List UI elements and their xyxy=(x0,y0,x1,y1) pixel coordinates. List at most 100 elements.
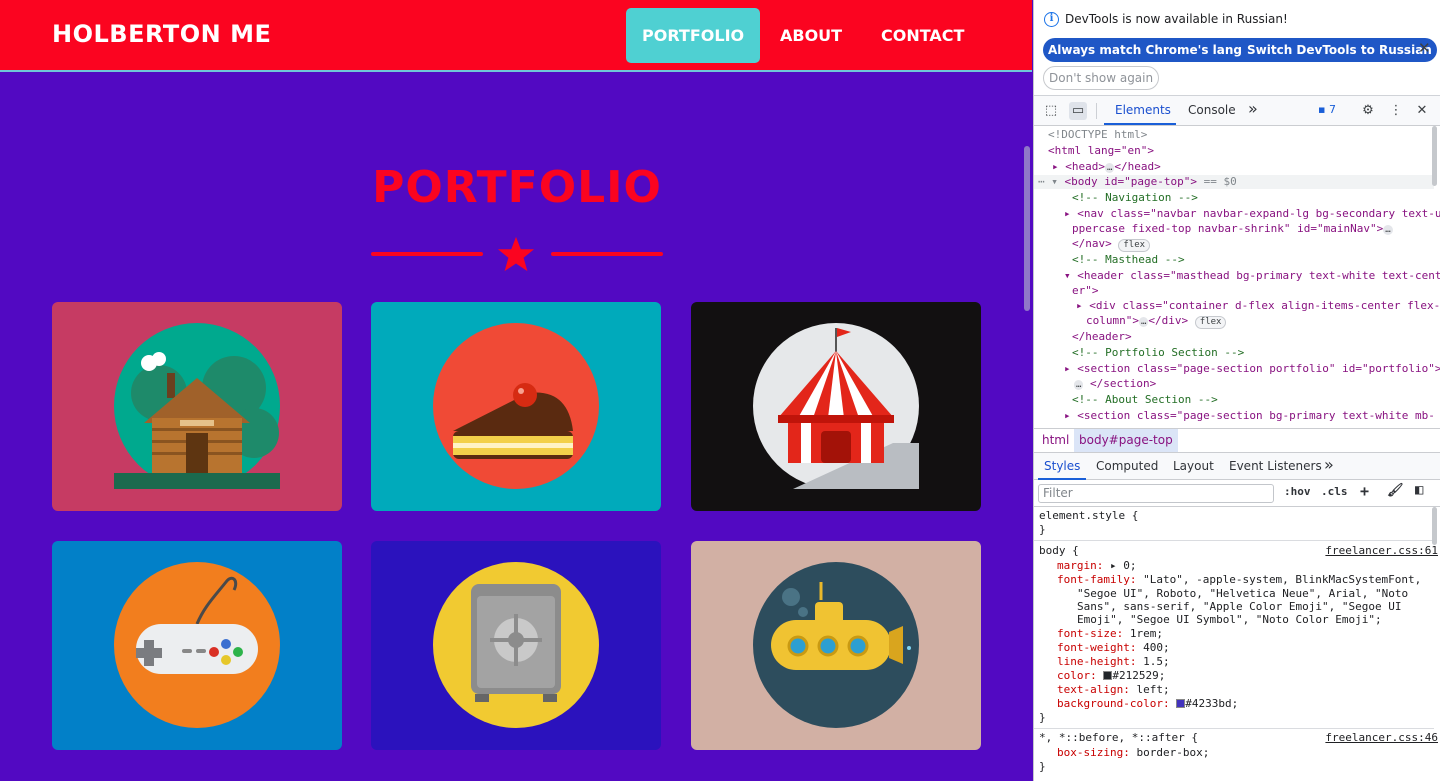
prop-line-height[interactable]: line-height: 1.5; xyxy=(1057,655,1170,669)
issues-badge[interactable]: ▪ 7 xyxy=(1318,103,1336,116)
toggle-sidebar-icon[interactable]: ◧ xyxy=(1415,482,1423,498)
prop-color[interactable]: color: #212529; xyxy=(1057,669,1165,683)
more-options-icon[interactable]: ⋮ xyxy=(1387,102,1405,120)
info-icon: i xyxy=(1044,12,1059,27)
prop-name: background-color: xyxy=(1057,697,1170,710)
switch-language-button[interactable]: Switch DevTools to Russian xyxy=(1242,38,1437,62)
dom-nav-line2: ppercase fixed-top navbar-shrink" id="ma… xyxy=(1072,222,1384,235)
safe-icon xyxy=(433,562,599,728)
dom-section-close-tag: </section> xyxy=(1090,377,1157,390)
prop-text-align[interactable]: text-align: left; xyxy=(1057,683,1170,697)
page-scrollbar[interactable] xyxy=(1024,146,1030,311)
prop-margin[interactable]: margin: ▸ 0; xyxy=(1057,559,1136,573)
subtab-layout[interactable]: Layout xyxy=(1173,459,1214,473)
prop-name: margin: xyxy=(1057,559,1104,572)
paint-brush-icon[interactable]: 🖌 xyxy=(1387,483,1404,498)
new-rule-icon[interactable]: + xyxy=(1360,482,1369,500)
prop-box-sizing[interactable]: box-sizing: border-box; xyxy=(1057,746,1209,760)
close-brace: } xyxy=(1039,711,1046,724)
dom-comment-nav[interactable]: <!-- Navigation --> xyxy=(1072,191,1198,205)
portfolio-heading: PORTFOLIO xyxy=(372,162,662,213)
body-selector[interactable]: body { xyxy=(1039,544,1079,558)
close-brace: } xyxy=(1039,760,1046,773)
tab-elements[interactable]: Elements xyxy=(1115,103,1171,117)
dom-html[interactable]: <html lang="en"> xyxy=(1048,144,1154,158)
dom-scrollbar[interactable] xyxy=(1432,126,1437,186)
dom-body-tag: <body id="page-top"> xyxy=(1064,175,1197,188)
dom-body-selected[interactable]: ⋯ ▾ <body id="page-top"> == $0 xyxy=(1034,175,1434,189)
subtab-styles[interactable]: Styles xyxy=(1044,459,1080,473)
portfolio-item-game[interactable] xyxy=(52,541,342,750)
breadcrumb-body[interactable]: body#page-top xyxy=(1074,429,1178,452)
dom-nav[interactable]: ▸ <nav class="navbar navbar-expand-lg bg… xyxy=(1064,207,1440,221)
styles-scrollbar[interactable] xyxy=(1432,507,1437,545)
more-tabs-icon[interactable]: » xyxy=(1248,99,1258,118)
source-link-universal[interactable]: freelancer.css:46 xyxy=(1325,731,1438,745)
element-style-selector[interactable]: element.style { xyxy=(1039,509,1138,523)
hov-toggle[interactable]: :hov xyxy=(1284,485,1311,498)
nav-about[interactable]: ABOUT xyxy=(764,8,858,63)
prop-background-color[interactable]: background-color: #4233bd; xyxy=(1057,697,1238,711)
dom-comment-about[interactable]: <!-- About Section --> xyxy=(1072,393,1218,407)
dom-comment-portfolio[interactable]: <!-- Portfolio Section --> xyxy=(1072,346,1244,360)
more-subtabs-icon[interactable]: » xyxy=(1324,455,1334,474)
prop-value: #4233bd; xyxy=(1185,697,1239,710)
portfolio-item-submarine[interactable] xyxy=(691,541,981,750)
dom-comment-masthead[interactable]: <!-- Masthead --> xyxy=(1072,253,1185,267)
prop-name: box-sizing: xyxy=(1057,746,1130,759)
nav-contact[interactable]: CONTACT xyxy=(865,8,980,63)
star-icon xyxy=(497,236,535,272)
close-devtools-icon[interactable]: ✕ xyxy=(1413,102,1431,120)
dom-nav-close-tag: </nav> xyxy=(1072,237,1112,250)
cls-toggle[interactable]: .cls xyxy=(1321,485,1348,498)
device-toolbar-icon[interactable]: ▭ xyxy=(1069,102,1087,120)
prop-font-family[interactable]: font-family: "Lato", -apple-system, Blin… xyxy=(1057,573,1421,587)
subtab-computed[interactable]: Computed xyxy=(1096,459,1158,473)
prop-value: left; xyxy=(1136,683,1170,696)
dont-show-again-button[interactable]: Don't show again xyxy=(1043,66,1160,90)
styles-filter-input[interactable]: Filter xyxy=(1038,484,1274,503)
dom-head-close: </head> xyxy=(1114,160,1161,173)
portfolio-item-safe[interactable] xyxy=(371,541,661,750)
flex-badge[interactable]: flex xyxy=(1118,239,1151,252)
color-swatch[interactable] xyxy=(1176,699,1186,708)
dom-header-close: </header> xyxy=(1072,330,1132,343)
dom-nav-close: </nav> flex xyxy=(1072,237,1151,252)
source-link-body[interactable]: freelancer.css:61 xyxy=(1325,544,1438,558)
language-infobar: i DevTools is now available in Russian! … xyxy=(1034,0,1440,96)
prop-font-weight[interactable]: font-weight: 400; xyxy=(1057,641,1170,655)
universal-selector[interactable]: *, *::before, *::after { xyxy=(1039,731,1198,745)
prop-name: color: xyxy=(1057,669,1097,682)
dom-body-marker: == $0 xyxy=(1203,175,1237,188)
dom-ellipsis[interactable]: … xyxy=(1383,225,1393,235)
infobar-message: DevTools is now available in Russian! xyxy=(1065,12,1288,26)
close-infobar-icon[interactable]: ✕ xyxy=(1418,39,1431,57)
settings-gear-icon[interactable]: ⚙ xyxy=(1359,102,1377,120)
nav-portfolio[interactable]: PORTFOLIO xyxy=(626,8,761,63)
portfolio-item-cabin[interactable] xyxy=(52,302,342,511)
dom-div[interactable]: ▸ <div class="container d-flex align-ite… xyxy=(1076,299,1440,313)
dom-section-portfolio[interactable]: ▸ <section class="page-section portfolio… xyxy=(1064,362,1440,376)
breadcrumb-html[interactable]: html xyxy=(1042,433,1069,447)
dom-doctype[interactable]: <!DOCTYPE html> xyxy=(1048,128,1147,142)
brand-logo[interactable]: HOLBERTON ME xyxy=(52,20,271,48)
dom-div-line1: <div class="container d-flex align-items… xyxy=(1089,299,1440,312)
dom-header[interactable]: ▾ <header class="masthead bg-primary tex… xyxy=(1064,269,1440,283)
portfolio-item-cake[interactable] xyxy=(371,302,661,511)
tab-console[interactable]: Console xyxy=(1188,103,1236,117)
prop-font-size[interactable]: font-size: 1rem; xyxy=(1057,627,1163,641)
expand-arrow-icon[interactable]: ▸ xyxy=(1110,559,1117,572)
subtab-event-listeners[interactable]: Event Listeners xyxy=(1229,459,1322,473)
dom-section-about[interactable]: ▸ <section class="page-section bg-primar… xyxy=(1064,409,1435,423)
navbar: HOLBERTON ME PORTFOLIO ABOUT CONTACT xyxy=(0,0,1032,72)
dom-ellipsis[interactable]: … xyxy=(1074,380,1084,390)
dom-header-line1: <header class="masthead bg-primary text-… xyxy=(1077,269,1440,282)
flex-badge[interactable]: flex xyxy=(1194,316,1227,329)
divider-line-left xyxy=(371,252,483,256)
inspect-element-icon[interactable]: ⬚ xyxy=(1042,102,1060,120)
issues-count: 7 xyxy=(1328,103,1336,116)
dom-ellipsis[interactable]: … xyxy=(1105,163,1115,173)
portfolio-item-circus[interactable] xyxy=(691,302,981,511)
dom-ellipsis[interactable]: … xyxy=(1138,317,1149,327)
dom-head[interactable]: ▸ <head>… </head> xyxy=(1052,160,1161,174)
